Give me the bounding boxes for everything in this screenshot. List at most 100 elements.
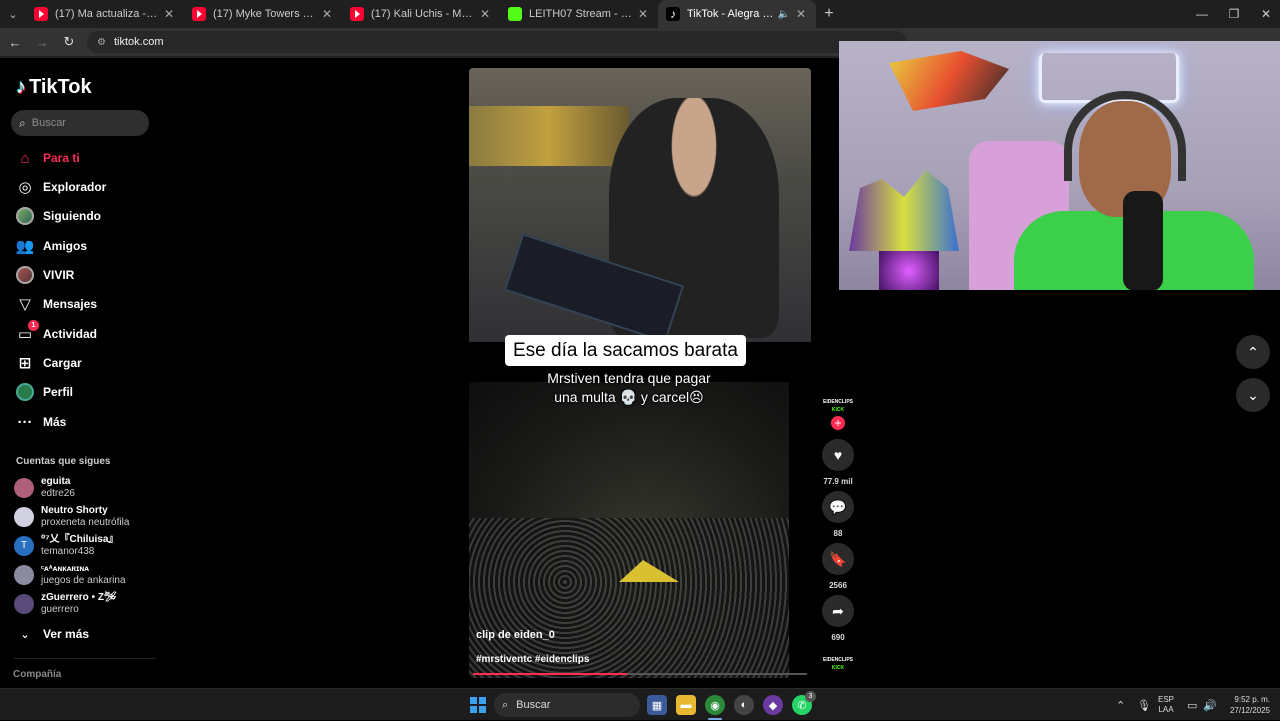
creator-logo-top: EIDENCLIPS	[822, 657, 853, 663]
followed-account[interactable]: T ⁰⁷乂『Chiluisa』 temanor438	[14, 533, 118, 559]
save-button[interactable]: 🔖 2566	[822, 543, 854, 590]
forward-arrow-icon[interactable]: →	[30, 30, 54, 54]
avatar	[14, 507, 34, 527]
browser-tab[interactable]: (17) Ma actualiza - YouTube ✕	[26, 0, 184, 28]
creator-block[interactable]: EIDENCLIPS KICK +	[820, 398, 856, 430]
figurines-graphic	[849, 170, 959, 251]
rgb-light-graphic	[879, 251, 939, 290]
tab-search-chevron-icon[interactable]: ⌄	[0, 0, 26, 28]
nav-para-ti[interactable]: ⌂ Para ti	[16, 148, 80, 168]
nav-cargar[interactable]: ⊞ Cargar	[16, 353, 82, 373]
nav-label: Cargar	[43, 356, 82, 370]
share-count: 690	[831, 633, 845, 642]
close-tab-icon[interactable]: ✕	[478, 7, 492, 21]
close-tab-icon[interactable]: ✕	[162, 7, 176, 21]
speaker-icon[interactable]: 🔈	[778, 9, 790, 20]
site-info-icon[interactable]: ⚙	[97, 37, 106, 48]
like-button[interactable]: ♥ 77.9 mil	[822, 439, 854, 486]
twitch-app-icon[interactable]: ◆	[763, 695, 783, 715]
comment-button[interactable]: 💬 88	[822, 491, 854, 538]
close-tab-icon[interactable]: ✕	[794, 7, 808, 21]
close-tab-icon[interactable]: ✕	[320, 7, 334, 21]
file-explorer-icon[interactable]: ▬	[676, 695, 696, 715]
nav-amigos[interactable]: 👥 Amigos	[16, 236, 87, 256]
whatsapp-icon[interactable]: ✆ 3	[792, 691, 816, 715]
search-input[interactable]: ⌕ Buscar	[11, 110, 149, 136]
previous-video-button[interactable]: ⌃	[1236, 335, 1270, 369]
save-count: 2566	[829, 581, 847, 590]
nav-mensajes[interactable]: ▽ Mensajes	[16, 294, 97, 314]
follow-plus-button[interactable]: +	[831, 416, 845, 430]
nav-label: VIVIR	[43, 268, 75, 282]
language-code: ESP	[1158, 695, 1175, 704]
creator-music-disc[interactable]: EIDENCLIPS KICK	[820, 656, 856, 672]
tab-title: (17) Ma actualiza - YouTube	[55, 8, 158, 20]
youtube-icon	[34, 7, 48, 21]
account-name: zGuerrero • Z🛩	[41, 592, 117, 603]
browser-tab[interactable]: (17) Kali Uchis - Muévelo (Letra ✕	[342, 0, 500, 28]
video-player[interactable]: Ese día la sacamos barata Mrstiven tendr…	[469, 68, 811, 678]
language-indicator[interactable]: ESP LAA	[1158, 695, 1174, 715]
headset-graphic	[1064, 91, 1186, 181]
nav-label: Para ti	[43, 151, 80, 165]
taskbar-search[interactable]: ⌕ Buscar	[494, 693, 640, 717]
clock[interactable]: 9:52 p. m. 27/12/2025	[1222, 694, 1270, 716]
followed-account[interactable]: zGuerrero • Z🛩 guerrero	[14, 591, 117, 617]
browser-tab[interactable]: LEITH07 Stream - Watch Live o ✕	[500, 0, 658, 28]
followed-account[interactable]: eguita edtre26	[14, 475, 75, 501]
volume-icon[interactable]: 🔊	[1203, 689, 1217, 721]
network-icon[interactable]: ▭	[1187, 689, 1197, 721]
new-tab-button[interactable]: +	[816, 5, 842, 23]
nav-actividad[interactable]: ▭ 1 Actividad	[16, 320, 98, 344]
toy-blasters-graphic	[889, 51, 1009, 111]
video-hashtags[interactable]: #mrstiventc #eidenclips	[476, 654, 589, 665]
nav-explorador[interactable]: ◎ Explorador	[16, 177, 106, 197]
activity-badge: 1	[28, 320, 39, 331]
profile-icon	[16, 383, 34, 401]
see-more-button[interactable]: ⌄ Ver más	[16, 624, 89, 644]
windows-start-icon[interactable]	[470, 697, 486, 713]
nav-mas[interactable]: ··· Más	[16, 412, 67, 432]
tray-overflow-icon[interactable]: ⌃	[1116, 689, 1125, 721]
share-button[interactable]: ➦ 690	[822, 595, 854, 642]
account-handle: juegos de ankarina	[41, 575, 126, 586]
reload-icon[interactable]: ↻	[57, 30, 81, 54]
followed-account[interactable]: Neutro Shorty proxeneta neutrófila	[14, 504, 129, 530]
nav-label: Actividad	[43, 327, 98, 341]
tab-title: (17) Myke Towers - LO LOGRÉ (	[213, 8, 316, 20]
browser-tab[interactable]: (17) Myke Towers - LO LOGRÉ ( ✕	[184, 0, 342, 28]
next-video-button[interactable]: ⌄	[1236, 378, 1270, 412]
see-more-label: Ver más	[43, 627, 90, 641]
microphone-icon[interactable]: 🎙	[1137, 689, 1151, 721]
messages-icon: ▽	[19, 296, 31, 313]
caption-line: una multa 💀 y carcel😣	[554, 389, 704, 405]
followed-account[interactable]: ᶜᴀᴬᴀɴᴋᴀʀɪɴᴀ juegos de ankarina	[14, 562, 126, 588]
video-credit[interactable]: clip de eiden_0	[476, 629, 555, 641]
company-link[interactable]: Compañía	[13, 669, 61, 680]
address-bar[interactable]: ⚙ tiktok.com	[87, 31, 907, 53]
windows-taskbar: ⌕ Buscar ▦ ▬ ◉ ◐ ◆ ✆ 3 ⌃ 🎙 ESP LAA ▭ 🔊 9:…	[0, 688, 1280, 720]
chrome-icon[interactable]: ◉	[705, 695, 725, 715]
creator-avatar[interactable]: EIDENCLIPS KICK	[820, 398, 856, 414]
upload-icon: ⊞	[18, 355, 32, 372]
sidebar-divider	[14, 658, 156, 659]
video-caption-title: Ese día la sacamos barata	[505, 335, 746, 366]
store-icon[interactable]: ▦	[647, 695, 667, 715]
tiktok-logo[interactable]: ♪ TikTok	[16, 76, 92, 99]
window-close-icon[interactable]: ✕	[1246, 0, 1280, 28]
clock-date: 27/12/2025	[1229, 706, 1270, 715]
close-tab-icon[interactable]: ✕	[636, 7, 650, 21]
nav-perfil[interactable]: Perfil	[16, 382, 73, 402]
chevron-up-icon: ⌃	[1247, 343, 1259, 360]
recording-app-icon[interactable]: ◐	[734, 695, 754, 715]
search-icon: ⌕	[19, 115, 26, 130]
nav-vivir[interactable]: VIVIR	[16, 265, 74, 285]
avatar	[14, 565, 34, 585]
account-handle: edtre26	[41, 488, 75, 499]
nav-label: Explorador	[43, 180, 107, 194]
nav-siguiendo[interactable]: Siguiendo	[16, 206, 101, 226]
browser-tab-active[interactable]: ♪ TikTok - Alegra tu día 🔈 ✕	[658, 0, 816, 28]
tiktok-icon: ♪	[666, 7, 680, 21]
back-arrow-icon[interactable]: ←	[3, 30, 27, 54]
microphone-graphic	[1123, 191, 1163, 290]
